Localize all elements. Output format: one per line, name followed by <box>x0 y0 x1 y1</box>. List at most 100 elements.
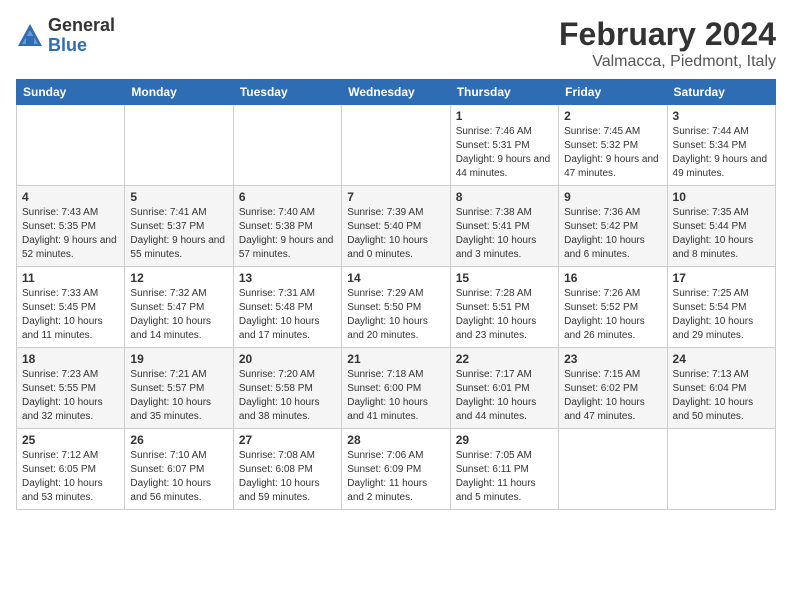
day-number: 11 <box>22 271 119 285</box>
logo: General Blue <box>16 16 115 56</box>
day-cell: 20 Sunrise: 7:20 AM Sunset: 5:58 PM Dayli… <box>233 348 341 429</box>
day-info: Sunrise: 7:21 AM Sunset: 5:57 PM Dayligh… <box>130 368 227 424</box>
day-info: Sunrise: 7:12 AM Sunset: 6:05 PM Dayligh… <box>22 449 119 505</box>
day-cell: 17 Sunrise: 7:25 AM Sunset: 5:54 PM Dayli… <box>667 267 775 348</box>
day-number: 10 <box>673 190 770 204</box>
day-info: Sunrise: 7:45 AM Sunset: 5:32 PM Dayligh… <box>564 125 661 181</box>
day-number: 18 <box>22 352 119 366</box>
day-cell: 7 Sunrise: 7:39 AM Sunset: 5:40 PM Daylig… <box>342 186 450 267</box>
day-info: Sunrise: 7:41 AM Sunset: 5:37 PM Dayligh… <box>130 206 227 262</box>
day-number: 13 <box>239 271 336 285</box>
col-thursday: Thursday <box>450 80 558 105</box>
day-cell: 11Sunrise: 7:33 AM Sunset: 5:45 PM Dayli… <box>17 267 125 348</box>
col-monday: Monday <box>125 80 233 105</box>
day-cell: 9 Sunrise: 7:36 AM Sunset: 5:42 PM Daylig… <box>559 186 667 267</box>
day-cell: 4 Sunrise: 7:43 AM Sunset: 5:35 PM Daylig… <box>17 186 125 267</box>
day-cell: 8Sunrise: 7:38 AM Sunset: 5:41 PM Daylig… <box>450 186 558 267</box>
day-info: Sunrise: 7:05 AM Sunset: 6:11 PM Dayligh… <box>456 449 553 505</box>
day-number: 24 <box>673 352 770 366</box>
day-number: 25 <box>22 433 119 447</box>
month-title: February 2024 <box>559 16 776 53</box>
day-cell <box>233 105 341 186</box>
day-cell <box>17 105 125 186</box>
day-number: 19 <box>130 352 227 366</box>
day-info: Sunrise: 7:17 AM Sunset: 6:01 PM Dayligh… <box>456 368 553 424</box>
calendar-table: Sunday Monday Tuesday Wednesday Thursday… <box>16 79 776 510</box>
day-cell: 21Sunrise: 7:18 AM Sunset: 6:00 PM Dayli… <box>342 348 450 429</box>
week-row-1: 1 Sunrise: 7:46 AM Sunset: 5:31 PM Daylig… <box>17 105 776 186</box>
day-info: Sunrise: 7:20 AM Sunset: 5:58 PM Dayligh… <box>239 368 336 424</box>
day-number: 15 <box>456 271 553 285</box>
title-block: February 2024 Valmacca, Piedmont, Italy <box>559 16 776 71</box>
week-row-2: 4 Sunrise: 7:43 AM Sunset: 5:35 PM Daylig… <box>17 186 776 267</box>
day-cell: 19 Sunrise: 7:21 AM Sunset: 5:57 PM Dayli… <box>125 348 233 429</box>
day-cell: 24 Sunrise: 7:13 AM Sunset: 6:04 PM Dayli… <box>667 348 775 429</box>
day-info: Sunrise: 7:36 AM Sunset: 5:42 PM Dayligh… <box>564 206 661 262</box>
day-number: 20 <box>239 352 336 366</box>
day-number: 2 <box>564 109 661 123</box>
day-number: 3 <box>673 109 770 123</box>
col-friday: Friday <box>559 80 667 105</box>
day-number: 29 <box>456 433 553 447</box>
day-number: 8 <box>456 190 553 204</box>
day-info: Sunrise: 7:23 AM Sunset: 5:55 PM Dayligh… <box>22 368 119 424</box>
page: General Blue February 2024 Valmacca, Pie… <box>0 0 792 612</box>
day-cell: 26 Sunrise: 7:10 AM Sunset: 6:07 PM Dayli… <box>125 429 233 510</box>
day-info: Sunrise: 7:13 AM Sunset: 6:04 PM Dayligh… <box>673 368 770 424</box>
day-number: 7 <box>347 190 444 204</box>
day-cell: 16Sunrise: 7:26 AM Sunset: 5:52 PM Dayli… <box>559 267 667 348</box>
header: General Blue February 2024 Valmacca, Pie… <box>16 16 776 71</box>
day-number: 14 <box>347 271 444 285</box>
day-info: Sunrise: 7:25 AM Sunset: 5:54 PM Dayligh… <box>673 287 770 343</box>
logo-blue: Blue <box>48 36 115 56</box>
day-number: 4 <box>22 190 119 204</box>
day-cell: 5 Sunrise: 7:41 AM Sunset: 5:37 PM Daylig… <box>125 186 233 267</box>
day-number: 16 <box>564 271 661 285</box>
day-cell: 25 Sunrise: 7:12 AM Sunset: 6:05 PM Dayli… <box>17 429 125 510</box>
day-info: Sunrise: 7:39 AM Sunset: 5:40 PM Dayligh… <box>347 206 444 262</box>
day-cell <box>559 429 667 510</box>
day-info: Sunrise: 7:18 AM Sunset: 6:00 PM Dayligh… <box>347 368 444 424</box>
logo-icon <box>16 22 44 50</box>
day-info: Sunrise: 7:35 AM Sunset: 5:44 PM Dayligh… <box>673 206 770 262</box>
day-number: 26 <box>130 433 227 447</box>
day-cell: 27 Sunrise: 7:08 AM Sunset: 6:08 PM Dayli… <box>233 429 341 510</box>
day-cell <box>342 105 450 186</box>
logo-general: General <box>48 16 115 36</box>
day-cell: 13Sunrise: 7:31 AM Sunset: 5:48 PM Dayli… <box>233 267 341 348</box>
day-info: Sunrise: 7:44 AM Sunset: 5:34 PM Dayligh… <box>673 125 770 181</box>
col-wednesday: Wednesday <box>342 80 450 105</box>
day-cell: 28 Sunrise: 7:06 AM Sunset: 6:09 PM Dayli… <box>342 429 450 510</box>
day-cell: 6Sunrise: 7:40 AM Sunset: 5:38 PM Daylig… <box>233 186 341 267</box>
logo-text: General Blue <box>48 16 115 56</box>
day-number: 9 <box>564 190 661 204</box>
day-info: Sunrise: 7:10 AM Sunset: 6:07 PM Dayligh… <box>130 449 227 505</box>
day-number: 5 <box>130 190 227 204</box>
day-cell: 22Sunrise: 7:17 AM Sunset: 6:01 PM Dayli… <box>450 348 558 429</box>
col-tuesday: Tuesday <box>233 80 341 105</box>
day-cell: 23Sunrise: 7:15 AM Sunset: 6:02 PM Dayli… <box>559 348 667 429</box>
day-number: 12 <box>130 271 227 285</box>
col-saturday: Saturday <box>667 80 775 105</box>
day-cell: 29 Sunrise: 7:05 AM Sunset: 6:11 PM Dayli… <box>450 429 558 510</box>
week-row-3: 11Sunrise: 7:33 AM Sunset: 5:45 PM Dayli… <box>17 267 776 348</box>
header-row: Sunday Monday Tuesday Wednesday Thursday… <box>17 80 776 105</box>
day-number: 17 <box>673 271 770 285</box>
day-number: 6 <box>239 190 336 204</box>
day-info: Sunrise: 7:08 AM Sunset: 6:08 PM Dayligh… <box>239 449 336 505</box>
day-cell: 14 Sunrise: 7:29 AM Sunset: 5:50 PM Dayli… <box>342 267 450 348</box>
day-info: Sunrise: 7:46 AM Sunset: 5:31 PM Dayligh… <box>456 125 553 181</box>
day-cell: 1 Sunrise: 7:46 AM Sunset: 5:31 PM Daylig… <box>450 105 558 186</box>
day-cell: 15Sunrise: 7:28 AM Sunset: 5:51 PM Dayli… <box>450 267 558 348</box>
day-cell <box>125 105 233 186</box>
day-info: Sunrise: 7:06 AM Sunset: 6:09 PM Dayligh… <box>347 449 444 505</box>
day-info: Sunrise: 7:43 AM Sunset: 5:35 PM Dayligh… <box>22 206 119 262</box>
day-number: 27 <box>239 433 336 447</box>
day-cell: 18 Sunrise: 7:23 AM Sunset: 5:55 PM Dayli… <box>17 348 125 429</box>
week-row-4: 18 Sunrise: 7:23 AM Sunset: 5:55 PM Dayli… <box>17 348 776 429</box>
day-cell <box>667 429 775 510</box>
day-info: Sunrise: 7:15 AM Sunset: 6:02 PM Dayligh… <box>564 368 661 424</box>
day-info: Sunrise: 7:29 AM Sunset: 5:50 PM Dayligh… <box>347 287 444 343</box>
day-number: 28 <box>347 433 444 447</box>
day-number: 1 <box>456 109 553 123</box>
